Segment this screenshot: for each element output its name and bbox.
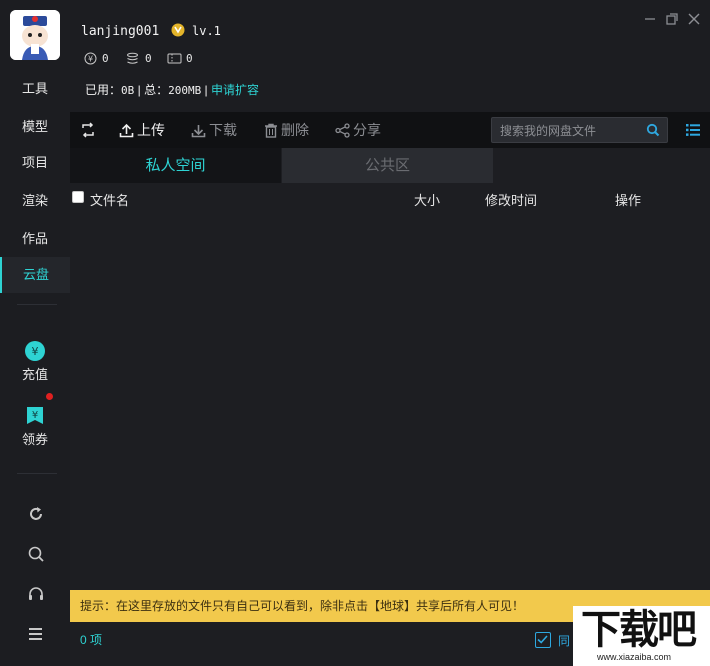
coins-count: 0 <box>102 52 109 65</box>
ticket-icon <box>167 53 182 64</box>
sidebar-item-render[interactable]: 渲染 <box>0 183 70 219</box>
watermark-url: www.xiazaiba.com <box>597 652 672 662</box>
upload-label: 上传 <box>137 122 165 138</box>
upload-icon <box>119 123 134 137</box>
storage-total: 200MB <box>168 84 202 97</box>
sync-button[interactable] <box>80 112 96 148</box>
sidebar-item-cloud[interactable]: 云盘 <box>0 257 70 293</box>
delete-label: 删除 <box>281 122 309 138</box>
hamburger-menu-icon <box>29 628 42 640</box>
watermark-logo: 下载吧 <box>581 607 697 653</box>
coin-stack-icon <box>127 52 138 64</box>
yen-coin-icon: ¥ <box>25 341 45 361</box>
tab-private-space[interactable]: 私人空间 <box>70 148 281 183</box>
level-badge-icon <box>171 23 185 37</box>
svg-text:¥: ¥ <box>32 410 38 421</box>
svg-text:¥: ¥ <box>32 345 39 358</box>
share-button[interactable]: 分享 <box>335 112 381 148</box>
download-label: 下载 <box>209 122 237 138</box>
upload-button[interactable]: 上传 <box>119 112 165 148</box>
check-icon <box>537 635 548 644</box>
coupon-button[interactable]: ¥ 领券 <box>0 405 70 448</box>
storage-info: 已用：0B | 总：200MB | 申请扩容 <box>85 81 259 98</box>
delete-button[interactable]: 删除 <box>264 112 309 148</box>
user-level: lv.1 <box>192 24 221 38</box>
avatar-image <box>10 10 60 60</box>
search-icon[interactable] <box>646 123 660 137</box>
column-filename[interactable]: 文件名 <box>90 190 129 209</box>
storage-total-label: 总： <box>144 83 169 97</box>
coupon-label: 领券 <box>21 432 48 447</box>
expand-storage-link[interactable]: 申请扩容 <box>211 83 259 97</box>
username: lanjing001 <box>81 24 160 39</box>
column-modified[interactable]: 修改时间 <box>485 190 537 209</box>
search-input[interactable] <box>498 121 642 141</box>
column-action: 操作 <box>615 193 642 208</box>
refresh-icon <box>30 507 42 520</box>
coupon-icon: ¥ <box>27 407 43 424</box>
sidebar-divider-2 <box>17 473 57 474</box>
sidebar-item-projects[interactable]: 项目 <box>0 145 70 181</box>
sidebar-item-tools[interactable]: 工具 <box>0 71 70 107</box>
trash-icon <box>265 123 277 138</box>
sidebar-divider <box>17 304 57 305</box>
svg-text:¥: ¥ <box>88 55 93 64</box>
yen-circle-icon: ¥ <box>84 52 97 65</box>
search-side-button[interactable] <box>27 545 45 563</box>
sync-label: 同 <box>558 634 571 648</box>
share-icon <box>335 122 350 138</box>
sync-icon <box>82 122 94 138</box>
support-button[interactable] <box>27 585 45 603</box>
restore-icon[interactable] <box>664 11 680 27</box>
tickets-count: 0 <box>186 52 193 65</box>
list-view-icon[interactable] <box>685 123 701 137</box>
column-size[interactable]: 大小 <box>414 190 440 209</box>
download-icon <box>191 124 206 137</box>
select-all-checkbox[interactable] <box>72 191 84 203</box>
notification-dot <box>46 393 53 400</box>
storage-used: 0B <box>121 84 135 97</box>
file-area <box>70 112 710 666</box>
refresh-button[interactable] <box>27 505 45 523</box>
download-button[interactable]: 下载 <box>191 112 237 148</box>
sidebar-item-models[interactable]: 模型 <box>0 109 70 145</box>
headset-icon <box>29 587 43 600</box>
storage-used-label: 已用： <box>85 83 122 97</box>
sidebar-item-works[interactable]: 作品 <box>0 221 70 257</box>
item-count: 0 项 <box>80 633 103 647</box>
tab-public-area[interactable]: 公共区 <box>282 148 493 183</box>
close-icon[interactable] <box>686 11 702 27</box>
credits-count: 0 <box>145 52 152 65</box>
sync-checkbox[interactable] <box>535 632 551 648</box>
minimize-icon[interactable] <box>642 11 658 27</box>
menu-button[interactable] <box>28 627 44 641</box>
share-label: 分享 <box>353 122 381 138</box>
search-box <box>491 117 668 143</box>
watermark: 下载吧 www.xiazaiba.com <box>573 606 710 666</box>
recharge-button[interactable]: ¥ 充值 <box>0 340 70 383</box>
avatar[interactable] <box>10 10 60 60</box>
search-icon <box>28 546 44 562</box>
recharge-label: 充值 <box>21 367 48 382</box>
